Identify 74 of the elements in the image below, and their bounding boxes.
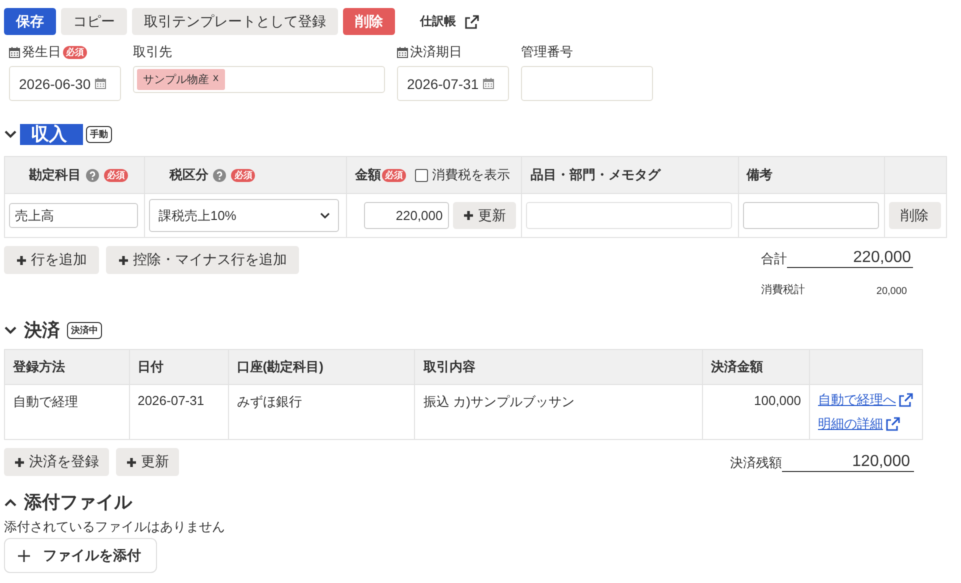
table-cell: 自動で経理 (13, 394, 78, 409)
memo-field[interactable] (742, 202, 879, 229)
section-title: 添付ファイル (24, 491, 132, 514)
calendar-icon (94, 78, 106, 89)
section-title: 収入 (20, 124, 83, 144)
table-cell: 2026-07-31 (138, 393, 204, 408)
column-header: 日付 (138, 359, 164, 374)
settlement-action-button[interactable]: 決済を登録 (4, 448, 109, 476)
attach-file-button[interactable]: ファイルを添付 (4, 538, 157, 573)
external-link-icon (898, 392, 914, 408)
column-header: 登録方法 (13, 359, 65, 374)
save-button[interactable]: 保存 (4, 8, 56, 35)
partner-tag[interactable]: サンプル物産 x (137, 69, 224, 90)
column-header: 取引内容 (423, 359, 476, 374)
calendar-icon (397, 46, 408, 58)
plus-icon (126, 456, 137, 468)
column-header: 税区分 (169, 166, 208, 184)
date-field[interactable]: 2026-06-30 (9, 66, 121, 101)
toolbar-button[interactable]: コピー (61, 8, 127, 35)
tax-display-checkbox[interactable]: 消費税を表示 (414, 166, 510, 184)
plus-icon (17, 548, 31, 562)
tag-field[interactable] (526, 202, 732, 229)
table-cell: みずほ銀行 (236, 394, 302, 409)
status-tag: 決済中 (67, 322, 102, 338)
field-label: 発生日 (22, 43, 61, 61)
plus-icon (14, 456, 25, 468)
required-badge: 必須 (63, 46, 87, 58)
external-link-icon (885, 416, 901, 432)
column-header: 口座(勘定科目) (236, 359, 324, 374)
add-row-button[interactable]: 行を追加 (4, 246, 99, 274)
column-header: 品目・部門・メモタグ (530, 166, 660, 184)
column-header: 備考 (746, 166, 773, 184)
partner-field[interactable]: サンプル物産 x (133, 66, 385, 93)
delete-row-button[interactable]: 削除 (888, 202, 941, 229)
settlement-action-button[interactable]: 更新 (116, 448, 179, 476)
balance-value: 120,000 (782, 453, 914, 472)
account-field[interactable]: 売上高 (9, 203, 138, 228)
journal-link[interactable]: 仕訳帳 (420, 13, 480, 30)
calendar-icon (9, 46, 20, 58)
field-label: 管理番号 (521, 43, 573, 61)
required-badge: 必須 (104, 168, 128, 182)
status-tag: 手動 (86, 126, 112, 142)
external-link-icon (464, 14, 480, 30)
required-badge: 必須 (231, 168, 256, 182)
plus-icon (16, 254, 27, 266)
amount-field[interactable]: 220,000 (364, 202, 449, 229)
section-title: 決済 (24, 319, 60, 342)
total-label: 合計 (761, 250, 787, 268)
plus-icon (118, 254, 129, 266)
tax-category-select[interactable]: 課税売上10% (149, 199, 340, 232)
date-field[interactable]: 2026-07-31 (397, 66, 509, 101)
field-label: 取引先 (133, 43, 172, 61)
add-row-button[interactable]: 控除・マイナス行を追加 (106, 246, 299, 274)
detail-link[interactable]: 自動で経理へ (818, 391, 914, 409)
update-button[interactable]: 更新 (452, 202, 516, 229)
detail-link[interactable]: 明細の詳細 (818, 415, 914, 433)
balance-label: 決済残額 (730, 454, 782, 472)
empty-message: 添付されているファイルはありません (4, 518, 226, 536)
table-cell: 100,000 (754, 393, 801, 408)
column-header: 勘定科目 (29, 166, 81, 184)
field-label: 決済期日 (410, 43, 462, 61)
tax-total-value: 20,000 (875, 286, 908, 297)
management-number-field[interactable] (521, 66, 653, 101)
total-value: 220,000 (787, 249, 913, 268)
tax-total-label: 消費税計 (761, 282, 805, 297)
toolbar-button[interactable]: 取引テンプレートとして登録 (132, 8, 338, 35)
table-cell: 振込 カ)サンプルブッサン (423, 394, 574, 409)
dropdown-caret-icon (320, 212, 330, 219)
column-header: 金額 (354, 166, 381, 184)
delete-button[interactable]: 削除 (343, 8, 395, 35)
column-header: 決済金額 (711, 359, 764, 374)
plus-icon (462, 210, 474, 221)
calendar-icon (482, 78, 494, 89)
required-badge: 必須 (382, 168, 406, 182)
